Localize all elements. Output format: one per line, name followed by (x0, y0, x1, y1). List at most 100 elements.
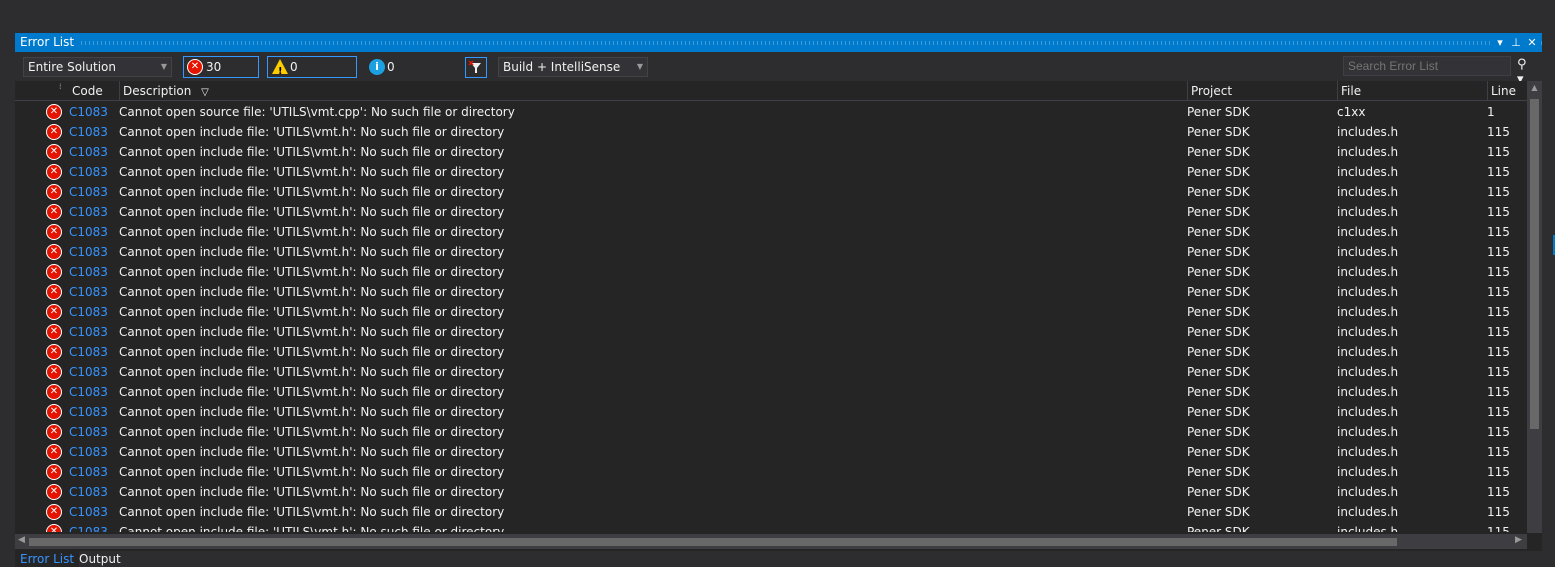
error-code-link[interactable]: C1083 (69, 102, 117, 122)
error-code-link[interactable]: C1083 (69, 482, 117, 502)
column-header-description[interactable]: Description ▽ (119, 81, 1187, 101)
error-code-link[interactable]: C1083 (69, 242, 117, 262)
table-row[interactable]: ✕ C1083 Cannot open source file: 'UTILS\vm… (15, 102, 1527, 122)
table-row[interactable]: ✕ C1083 Cannot open include file: 'UTILS\v… (15, 422, 1527, 442)
error-code-link[interactable]: C1083 (69, 522, 117, 532)
ide-frame: Error List ▾ ⊥ ✕ Entire Solution ▼ ✕ 30 … (0, 0, 1555, 567)
warnings-filter-button[interactable]: ! 0 Warnings (267, 56, 357, 94)
error-code-link[interactable]: C1083 (69, 442, 117, 462)
error-code-link[interactable]: C1083 (69, 202, 117, 222)
horizontal-scroll-thumb[interactable] (29, 538, 1397, 546)
error-project: Pener SDK (1187, 305, 1250, 319)
messages-filter-button[interactable]: i 0 Messages (364, 56, 456, 94)
table-row[interactable]: ✕ C1083 Cannot open include file: 'UTILS\v… (15, 322, 1527, 342)
close-button[interactable]: ✕ (1524, 33, 1540, 52)
error-line: 115 (1487, 265, 1510, 279)
error-code-link[interactable]: C1083 (69, 422, 117, 442)
error-code-link[interactable]: C1083 (69, 182, 117, 202)
table-row[interactable]: ✕ C1083 Cannot open include file: 'UTILS\v… (15, 202, 1527, 222)
column-header-project[interactable]: Project (1187, 81, 1337, 101)
scroll-right-icon[interactable]: ▶ (1515, 535, 1522, 545)
error-project: Pener SDK (1187, 245, 1250, 259)
scope-dropdown[interactable]: Entire Solution ▼ (23, 57, 172, 77)
table-row[interactable]: ✕ C1083 Cannot open include file: 'UTILS\v… (15, 142, 1527, 162)
source-dropdown[interactable]: Build + IntelliSense ▼ (498, 57, 648, 77)
error-line: 115 (1487, 125, 1510, 139)
error-file: includes.h (1337, 285, 1399, 299)
scroll-up-icon[interactable]: ▲ (1530, 83, 1539, 92)
error-icon: ✕ (46, 204, 62, 220)
error-project: Pener SDK (1187, 445, 1250, 459)
table-row[interactable]: ✕ C1083 Cannot open include file: 'UTILS\v… (15, 342, 1527, 362)
error-code-link[interactable]: C1083 (69, 322, 117, 342)
tab-output[interactable]: Output (74, 551, 126, 567)
table-row[interactable]: ✕ C1083 Cannot open include file: 'UTILS\v… (15, 302, 1527, 322)
bottom-tabs: Error List Output (15, 551, 1542, 567)
table-row[interactable]: ✕ C1083 Cannot open include file: 'UTILS\v… (15, 462, 1527, 482)
table-row[interactable]: ✕ C1083 Cannot open include file: 'UTILS\v… (15, 382, 1527, 402)
table-row[interactable]: ✕ C1083 Cannot open include file: 'UTILS\v… (15, 262, 1527, 282)
error-code-link[interactable]: C1083 (69, 342, 117, 362)
column-header-code[interactable]: Code (69, 81, 119, 101)
chevron-down-icon: ▼ (160, 62, 167, 71)
table-row[interactable]: ✕ C1083 Cannot open include file: 'UTILS\v… (15, 482, 1527, 502)
errors-filter-button[interactable]: ✕ 30 Errors (183, 56, 259, 94)
error-code-link[interactable]: C1083 (69, 222, 117, 242)
window-position-button[interactable]: ▾ (1492, 33, 1508, 52)
error-description: Cannot open include file: 'UTILS\vmt.h':… (119, 445, 505, 459)
build-filter-button[interactable] (465, 57, 487, 78)
error-file: includes.h (1337, 425, 1399, 439)
error-file: includes.h (1337, 185, 1399, 199)
error-icon: ✕ (46, 284, 62, 300)
error-line: 115 (1487, 405, 1510, 419)
tab-error-list[interactable]: Error List (15, 551, 80, 567)
error-code-link[interactable]: C1083 (69, 282, 117, 302)
column-header-line[interactable]: Line (1487, 81, 1527, 101)
error-description: Cannot open include file: 'UTILS\vmt.h':… (119, 305, 505, 319)
error-icon: ✕ (46, 484, 62, 500)
panel-titlebar[interactable]: Error List ▾ ⊥ ✕ (15, 33, 1542, 52)
search-icon[interactable]: ⚲ ▾ (1517, 57, 1537, 87)
error-code-link[interactable]: C1083 (69, 402, 117, 422)
vertical-scrollbar[interactable]: ▲ ▼ (1527, 81, 1542, 560)
table-row[interactable]: ✕ C1083 Cannot open include file: 'UTILS\v… (15, 162, 1527, 182)
error-code-link[interactable]: C1083 (69, 382, 117, 402)
error-description: Cannot open include file: 'UTILS\vmt.h':… (119, 125, 505, 139)
table-row[interactable]: ✕ C1083 Cannot open include file: 'UTILS\v… (15, 402, 1527, 422)
table-row[interactable]: ✕ C1083 Cannot open include file: 'UTILS\v… (15, 122, 1527, 142)
table-row[interactable]: ✕ C1083 Cannot open include file: 'UTILS\v… (15, 502, 1527, 522)
error-icon: ✕ (46, 384, 62, 400)
error-code-link[interactable]: C1083 (69, 142, 117, 162)
error-code-link[interactable]: C1083 (69, 262, 117, 282)
error-line: 115 (1487, 165, 1510, 179)
table-row[interactable]: ✕ C1083 Cannot open include file: 'UTILS\v… (15, 362, 1527, 382)
error-icon: ✕ (187, 59, 203, 75)
error-code-link[interactable]: C1083 (69, 302, 117, 322)
error-code-link[interactable]: C1083 (69, 462, 117, 482)
error-description: Cannot open include file: 'UTILS\vmt.h':… (119, 405, 505, 419)
scroll-left-icon[interactable]: ◀ (18, 535, 25, 545)
table-row[interactable]: ✕ C1083 Cannot open include file: 'UTILS\v… (15, 242, 1527, 262)
pin-button[interactable]: ⊥ (1508, 33, 1524, 52)
table-row[interactable]: ✕ C1083 Cannot open include file: 'UTILS\v… (15, 522, 1527, 532)
error-file: includes.h (1337, 465, 1399, 479)
error-description: Cannot open include file: 'UTILS\vmt.h':… (119, 345, 505, 359)
error-code-link[interactable]: C1083 (69, 362, 117, 382)
horizontal-scrollbar[interactable]: ◀ ▶ (15, 534, 1527, 549)
table-row[interactable]: ✕ C1083 Cannot open include file: 'UTILS\v… (15, 182, 1527, 202)
error-description: Cannot open include file: 'UTILS\vmt.h':… (119, 325, 505, 339)
search-input[interactable] (1343, 56, 1511, 76)
error-code-link[interactable]: C1083 (69, 162, 117, 182)
column-header-file[interactable]: File (1337, 81, 1487, 101)
error-project: Pener SDK (1187, 165, 1250, 179)
column-header-icon[interactable]: ⁞ (42, 81, 69, 101)
error-code-link[interactable]: C1083 (69, 502, 117, 522)
error-description: Cannot open include file: 'UTILS\vmt.h':… (119, 185, 505, 199)
table-row[interactable]: ✕ C1083 Cannot open include file: 'UTILS\v… (15, 442, 1527, 462)
error-description: Cannot open include file: 'UTILS\vmt.h':… (119, 365, 505, 379)
error-code-link[interactable]: C1083 (69, 122, 117, 142)
table-row[interactable]: ✕ C1083 Cannot open include file: 'UTILS\v… (15, 282, 1527, 302)
vertical-scroll-thumb[interactable] (1530, 99, 1539, 429)
error-line: 115 (1487, 445, 1510, 459)
table-row[interactable]: ✕ C1083 Cannot open include file: 'UTILS\v… (15, 222, 1527, 242)
